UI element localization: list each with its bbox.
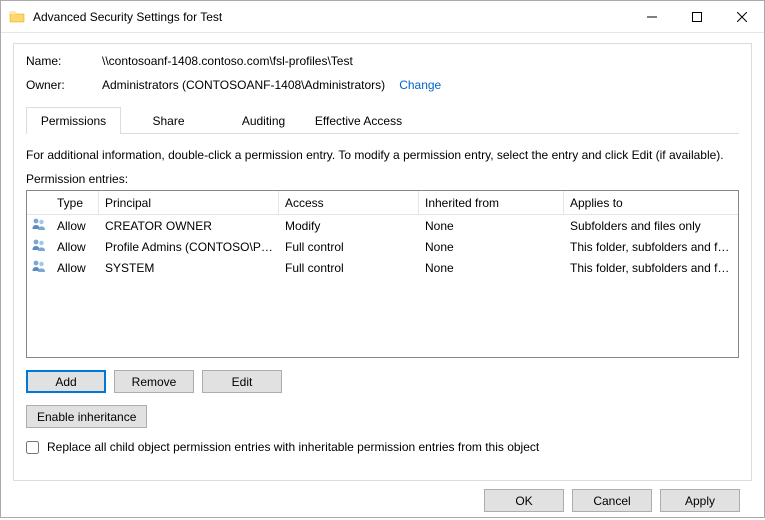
table-header: Type Principal Access Inherited from App… [27,191,738,215]
title-bar: Advanced Security Settings for Test [1,1,764,33]
cell-access: Modify [279,219,419,233]
tab-bar: Permissions Share Auditing Effective Acc… [26,106,739,134]
name-value: \\contosoanf-1408.contoso.com\fsl-profil… [102,54,353,68]
cell-applies: Subfolders and files only [564,219,738,233]
col-inherited[interactable]: Inherited from [419,191,564,214]
close-button[interactable] [719,1,764,32]
name-label: Name: [26,54,102,68]
table-row[interactable]: AllowSYSTEMFull controlNoneThis folder, … [27,257,738,278]
owner-value: Administrators (CONTOSOANF-1408\Administ… [102,78,385,92]
cell-type: Allow [51,219,99,233]
cell-applies: This folder, subfolders and files [564,261,738,275]
group-icon [31,263,47,277]
tab-effective-access[interactable]: Effective Access [311,107,406,134]
apply-button[interactable]: Apply [660,489,740,512]
tab-share[interactable]: Share [121,107,216,134]
cell-principal: SYSTEM [99,261,279,275]
edit-button[interactable]: Edit [202,370,282,393]
owner-label: Owner: [26,78,102,92]
cell-inherited: None [419,240,564,254]
cell-access: Full control [279,261,419,275]
group-icon [31,242,47,256]
cell-type: Allow [51,261,99,275]
cell-access: Full control [279,240,419,254]
enable-inheritance-button[interactable]: Enable inheritance [26,405,147,428]
col-principal[interactable]: Principal [99,191,279,214]
col-applies[interactable]: Applies to [564,191,738,214]
replace-child-label: Replace all child object permission entr… [47,440,539,454]
table-row[interactable]: AllowCREATOR OWNERModifyNoneSubfolders a… [27,215,738,236]
permissions-table[interactable]: Type Principal Access Inherited from App… [26,190,739,358]
cell-principal: CREATOR OWNER [99,219,279,233]
col-type[interactable]: Type [51,191,99,214]
window-title: Advanced Security Settings for Test [33,10,222,24]
cell-principal: Profile Admins (CONTOSO\Pr... [99,240,279,254]
tab-auditing[interactable]: Auditing [216,107,311,134]
cell-type: Allow [51,240,99,254]
remove-button[interactable]: Remove [114,370,194,393]
entries-label: Permission entries: [26,172,739,186]
cell-inherited: None [419,219,564,233]
tab-permissions[interactable]: Permissions [26,107,121,134]
group-icon [31,221,47,235]
minimize-button[interactable] [629,1,674,32]
folder-icon [9,9,25,25]
maximize-button[interactable] [674,1,719,32]
add-button[interactable]: Add [26,370,106,393]
instructions-text: For additional information, double-click… [26,148,739,162]
cancel-button[interactable]: Cancel [572,489,652,512]
cell-inherited: None [419,261,564,275]
change-owner-link[interactable]: Change [399,78,441,92]
main-panel: Name: \\contosoanf-1408.contoso.com\fsl-… [13,43,752,481]
ok-button[interactable]: OK [484,489,564,512]
replace-child-checkbox[interactable] [26,441,39,454]
table-row[interactable]: AllowProfile Admins (CONTOSO\Pr...Full c… [27,236,738,257]
col-access[interactable]: Access [279,191,419,214]
cell-applies: This folder, subfolders and files [564,240,738,254]
